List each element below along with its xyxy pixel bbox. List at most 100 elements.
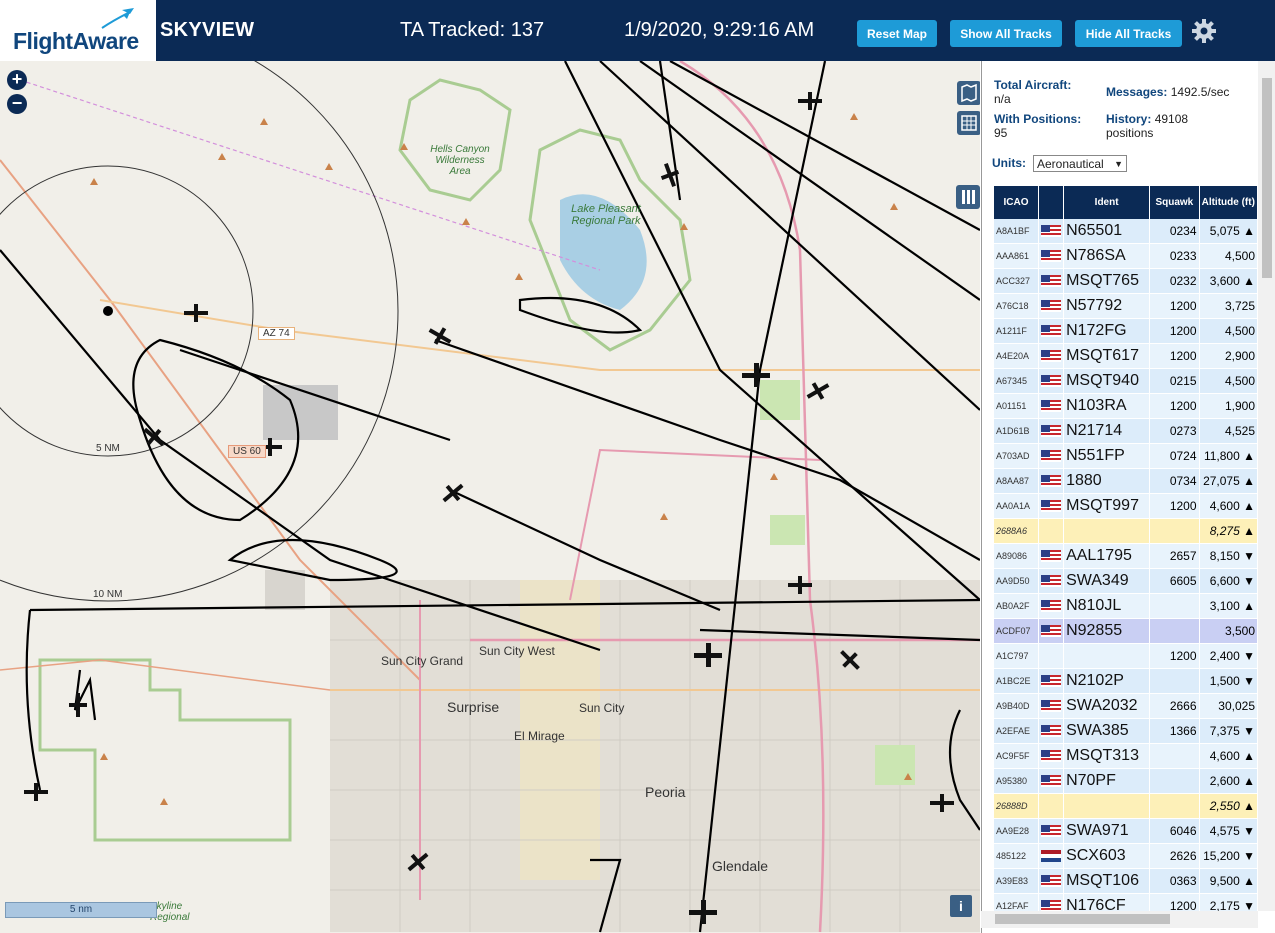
flag-icon — [1041, 474, 1062, 487]
horizontal-scroll-thumb[interactable] — [995, 914, 1170, 924]
table-row[interactable]: A8A1BF N65501 0234 5,075 ▲ — [994, 219, 1259, 244]
squawk-cell: 0724 — [1149, 443, 1200, 469]
altitude-cell: 2,900 — [1199, 343, 1259, 369]
flag-icon — [1041, 724, 1062, 737]
units-select[interactable]: Aeronautical ▼ — [1033, 155, 1127, 172]
units-label: Units: — [992, 156, 1026, 170]
altitude-cell: 3,100 ▲ — [1199, 593, 1259, 619]
squawk-cell: 0363 — [1149, 868, 1200, 894]
table-row[interactable]: A8AA87 1880 0734 27,075 ▲ — [994, 468, 1259, 494]
show-all-tracks-button[interactable]: Show All Tracks — [950, 20, 1062, 47]
columns-icon[interactable] — [956, 185, 980, 209]
table-row[interactable]: ACC327 MSQT765 0232 3,600 ▲ — [994, 268, 1259, 294]
table-row[interactable]: ACDF07 N92855 3,500 — [994, 618, 1259, 644]
ident-cell: MSQT313 — [1063, 743, 1151, 769]
map-canvas[interactable] — [0, 61, 980, 933]
app-title: SKYVIEW — [160, 19, 255, 41]
flag-icon — [1041, 349, 1062, 362]
table-row[interactable]: A1BC2E N2102P 1,500 ▼ — [994, 668, 1259, 694]
hide-all-tracks-button[interactable]: Hide All Tracks — [1075, 20, 1182, 47]
icao-cell: AA9E28 — [994, 818, 1040, 844]
ident-cell: AAL1795 — [1063, 543, 1151, 569]
history-stat: History: 49108 positions — [1106, 112, 1226, 140]
icao-cell: A9B40D — [994, 693, 1040, 719]
table-row[interactable]: AA9D50 SWA349 6605 6,600 ▼ — [994, 568, 1259, 594]
table-row[interactable]: AB0A2F N810JL 3,100 ▲ — [994, 593, 1259, 619]
altitude-cell: 8,150 ▼ — [1199, 543, 1259, 569]
table-row[interactable]: A703AD N551FP 0724 11,800 ▲ — [994, 443, 1259, 469]
table-row[interactable]: A95380 N70PF 2,600 ▲ — [994, 768, 1259, 794]
ident-cell: N21714 — [1063, 418, 1151, 444]
icao-cell: A1211F — [994, 318, 1040, 344]
flag-cell — [1038, 693, 1065, 719]
table-row[interactable]: AA0A1A MSQT997 1200 4,600 ▲ — [994, 493, 1259, 519]
altitude-cell: 4,600 ▲ — [1199, 493, 1259, 519]
icao-cell: A4E20A — [994, 343, 1040, 369]
icao-cell: A89086 — [994, 543, 1040, 569]
flightaware-logo[interactable]: FlightAware — [0, 0, 157, 61]
table-row[interactable]: A39E83 MSQT106 0363 9,500 ▲ — [994, 868, 1259, 894]
map-layers-icon[interactable] — [957, 81, 980, 105]
logo-text: FlightAware — [13, 28, 139, 54]
map-view[interactable]: + − Hells Canyon Wilderness Area Lake Pl… — [0, 61, 980, 933]
flag-cell — [1038, 843, 1065, 869]
squawk-cell: 1200 — [1149, 643, 1200, 669]
header-flag — [1038, 186, 1065, 219]
table-row[interactable]: A01151 N103RA 1200 1,900 — [994, 393, 1259, 419]
table-row[interactable]: A4E20A MSQT617 1200 2,900 — [994, 343, 1259, 369]
vertical-scroll-thumb[interactable] — [1262, 78, 1272, 278]
flag-cell — [1038, 493, 1065, 519]
table-row[interactable]: 26888D 2,550 ▲ — [994, 793, 1259, 819]
table-row[interactable]: AC9F5F MSQT313 4,600 ▲ — [994, 743, 1259, 769]
flag-cell — [1038, 743, 1065, 769]
table-row[interactable]: AA9E28 SWA971 6046 4,575 ▼ — [994, 818, 1259, 844]
table-row[interactable]: 485122 SCX603 2626 15,200 ▼ — [994, 843, 1259, 869]
reset-map-button[interactable]: Reset Map — [857, 20, 937, 47]
icao-cell: A1C797 — [994, 643, 1040, 669]
altitude-cell: 9,500 ▲ — [1199, 868, 1259, 894]
label-glendale: Glendale — [712, 858, 769, 874]
altitude-cell: 4,575 ▼ — [1199, 818, 1259, 844]
header-icao[interactable]: ICAO — [994, 186, 1040, 219]
altitude-cell: 27,075 ▲ — [1199, 468, 1259, 494]
table-row[interactable]: A76C18 N57792 1200 3,725 — [994, 293, 1259, 319]
ident-cell — [1063, 518, 1151, 544]
info-icon[interactable]: i — [950, 895, 972, 917]
header-altitude[interactable]: Altitude (ft) — [1199, 186, 1259, 219]
ident-cell: MSQT940 — [1063, 368, 1151, 394]
flag-icon — [1041, 899, 1062, 912]
icao-cell: ACDF07 — [994, 618, 1040, 644]
aircraft-table-body: A8A1BF N65501 0234 5,075 ▲ AAA861 N786SA 0233 4… — [994, 219, 1259, 919]
table-header: ICAO Ident Squawk Altitude (ft) — [994, 186, 1259, 219]
squawk-cell — [1149, 593, 1200, 619]
table-row[interactable]: AAA861 N786SA 0233 4,500 — [994, 243, 1259, 269]
label-sun-city-west: Sun City West — [479, 644, 555, 658]
altitude-cell: 1,500 ▼ — [1199, 668, 1259, 694]
gear-icon[interactable] — [1190, 17, 1218, 45]
altitude-cell: 2,600 ▲ — [1199, 768, 1259, 794]
table-row[interactable]: A1D61B N21714 0273 4,525 — [994, 418, 1259, 444]
zoom-in-button[interactable]: + — [7, 70, 27, 90]
squawk-cell: 6605 — [1149, 568, 1200, 594]
table-row[interactable]: A89086 AAL1795 2657 8,150 ▼ — [994, 543, 1259, 569]
table-row[interactable]: 2688A6 8,275 ▲ — [994, 518, 1259, 544]
table-row[interactable]: A9B40D SWA2032 2666 30,025 — [994, 693, 1259, 719]
altitude-cell: 4,500 — [1199, 243, 1259, 269]
flag-cell — [1038, 818, 1065, 844]
table-row[interactable]: A67345 MSQT940 0215 4,500 — [994, 368, 1259, 394]
header-squawk[interactable]: Squawk — [1149, 186, 1200, 219]
squawk-cell: 1200 — [1149, 393, 1200, 419]
header-ident[interactable]: Ident — [1063, 186, 1151, 219]
table-row[interactable]: A1C797 1200 2,400 ▼ — [994, 643, 1259, 669]
squawk-cell — [1149, 743, 1200, 769]
table-row[interactable]: A2EFAE SWA385 1366 7,375 ▼ — [994, 718, 1259, 744]
flag-icon — [1041, 674, 1062, 687]
squawk-cell: 0273 — [1149, 418, 1200, 444]
altitude-cell: 11,800 ▲ — [1199, 443, 1259, 469]
grid-icon[interactable] — [957, 111, 980, 135]
flag-cell — [1038, 643, 1065, 669]
label-hells-canyon: Hells Canyon Wilderness Area — [430, 144, 490, 177]
ident-cell: N92855 — [1063, 618, 1151, 644]
zoom-out-button[interactable]: − — [7, 94, 27, 114]
table-row[interactable]: A1211F N172FG 1200 4,500 — [994, 318, 1259, 344]
